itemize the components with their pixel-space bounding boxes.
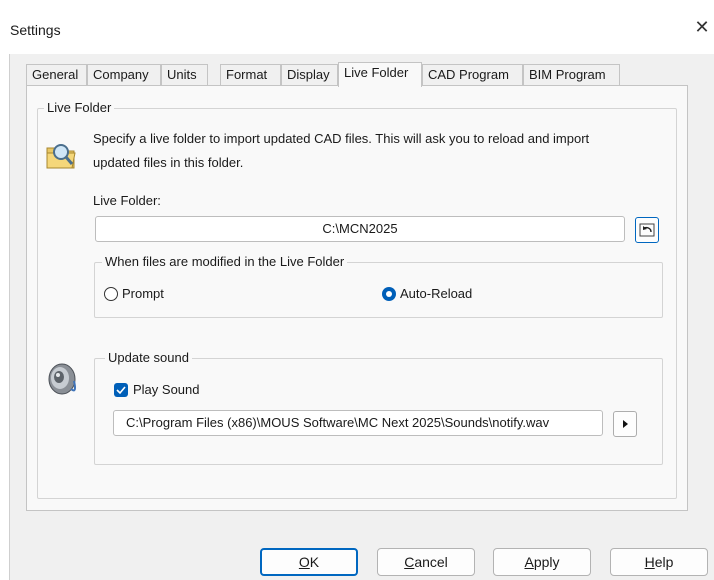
tab-company[interactable]: Company [87,64,161,86]
apply-label: pply [533,554,560,570]
close-icon[interactable]: ✕ [692,16,712,38]
modified-behavior-group-title: When files are modified in the Live Fold… [102,254,348,269]
live-folder-label: Live Folder: [93,193,161,208]
play-sound-checkbox[interactable] [114,383,128,397]
cancel-mnemonic: C [404,554,415,570]
tab-display[interactable]: Display [281,64,338,86]
live-folder-description-2: updated files in this folder. [93,155,244,170]
undo-folder-icon [639,223,655,237]
prompt-radio[interactable] [104,287,118,301]
tab-bim-program[interactable]: BIM Program [523,64,620,86]
play-sound-button[interactable] [613,411,637,437]
help-button[interactable]: Help [610,548,708,576]
cancel-label: ancel [414,554,448,570]
help-mnemonic: H [644,554,655,570]
tab-general[interactable]: General [26,64,87,86]
auto-reload-radio-label[interactable]: Auto-Reload [400,286,472,301]
tab-units[interactable]: Units [161,64,208,86]
title-bar: Settings ✕ [0,0,714,54]
help-label: elp [654,554,674,570]
tab-panel-live-folder: Live Folder Specify a live folder to imp… [26,85,688,511]
cancel-button[interactable]: Cancel [377,548,475,576]
tab-cad-program[interactable]: CAD Program [422,64,523,86]
apply-mnemonic: A [524,554,534,570]
speaker-icon [48,363,76,395]
tab-format[interactable]: Format [220,64,281,86]
play-icon [623,420,628,428]
update-sound-group-title: Update sound [105,350,192,365]
live-folder-description: Specify a live folder to import updated … [93,131,590,146]
play-sound-label[interactable]: Play Sound [133,382,200,397]
tab-live-folder[interactable]: Live Folder [338,62,422,87]
prompt-radio-label[interactable]: Prompt [122,286,164,301]
live-folder-group-title: Live Folder [44,100,115,115]
modified-behavior-group: When files are modified in the Live Fold… [94,254,663,318]
ok-label: K [309,554,320,570]
check-icon [116,386,126,395]
apply-button[interactable]: Apply [493,548,591,576]
auto-reload-radio[interactable] [382,287,396,301]
browse-folder-button[interactable] [635,217,659,243]
folder-magnifier-icon [46,144,76,169]
window-edge [0,54,10,580]
ok-button[interactable]: OK [260,548,358,576]
live-folder-input[interactable]: C:\MCN2025 [95,216,625,242]
ok-mnemonic: O [298,554,310,570]
settings-dialog: Settings ✕ General Company Units Format … [0,0,714,580]
sound-file-input[interactable]: C:\Program Files (x86)\MOUS Software\MC … [113,410,603,436]
window-title: Settings [10,22,61,38]
